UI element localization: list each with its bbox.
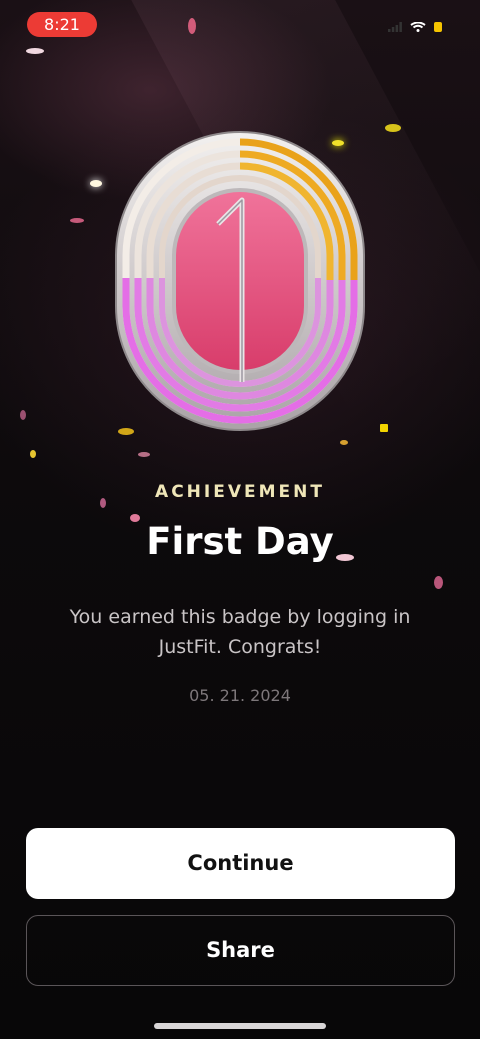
confetti: [138, 452, 150, 457]
confetti: [340, 440, 348, 445]
confetti: [434, 576, 443, 589]
confetti: [70, 218, 84, 223]
status-time: 8:21: [27, 12, 97, 37]
achievement-date: 05. 21. 2024: [189, 686, 291, 705]
confetti: [188, 18, 196, 34]
achievement-badge: [112, 128, 368, 434]
achievement-description: You earned this badge by logging in Just…: [69, 606, 411, 658]
confetti: [385, 124, 401, 132]
share-button[interactable]: Share: [26, 915, 455, 986]
home-indicator[interactable]: [154, 1023, 326, 1029]
confetti: [380, 424, 388, 432]
first-day-badge-icon: [115, 131, 365, 431]
battery-icon: [434, 22, 442, 32]
achievement-label: ACHIEVEMENT: [155, 482, 325, 502]
confetti: [30, 450, 36, 458]
confetti: [20, 410, 26, 420]
wifi-icon: [410, 22, 426, 32]
achievement-title: First Day: [146, 520, 334, 563]
confetti: [26, 48, 44, 54]
status-icons: [388, 22, 442, 32]
signal-icon: [388, 22, 402, 32]
continue-button[interactable]: Continue: [26, 828, 455, 899]
confetti: [90, 180, 102, 187]
status-bar: 8:21: [0, 0, 480, 50]
